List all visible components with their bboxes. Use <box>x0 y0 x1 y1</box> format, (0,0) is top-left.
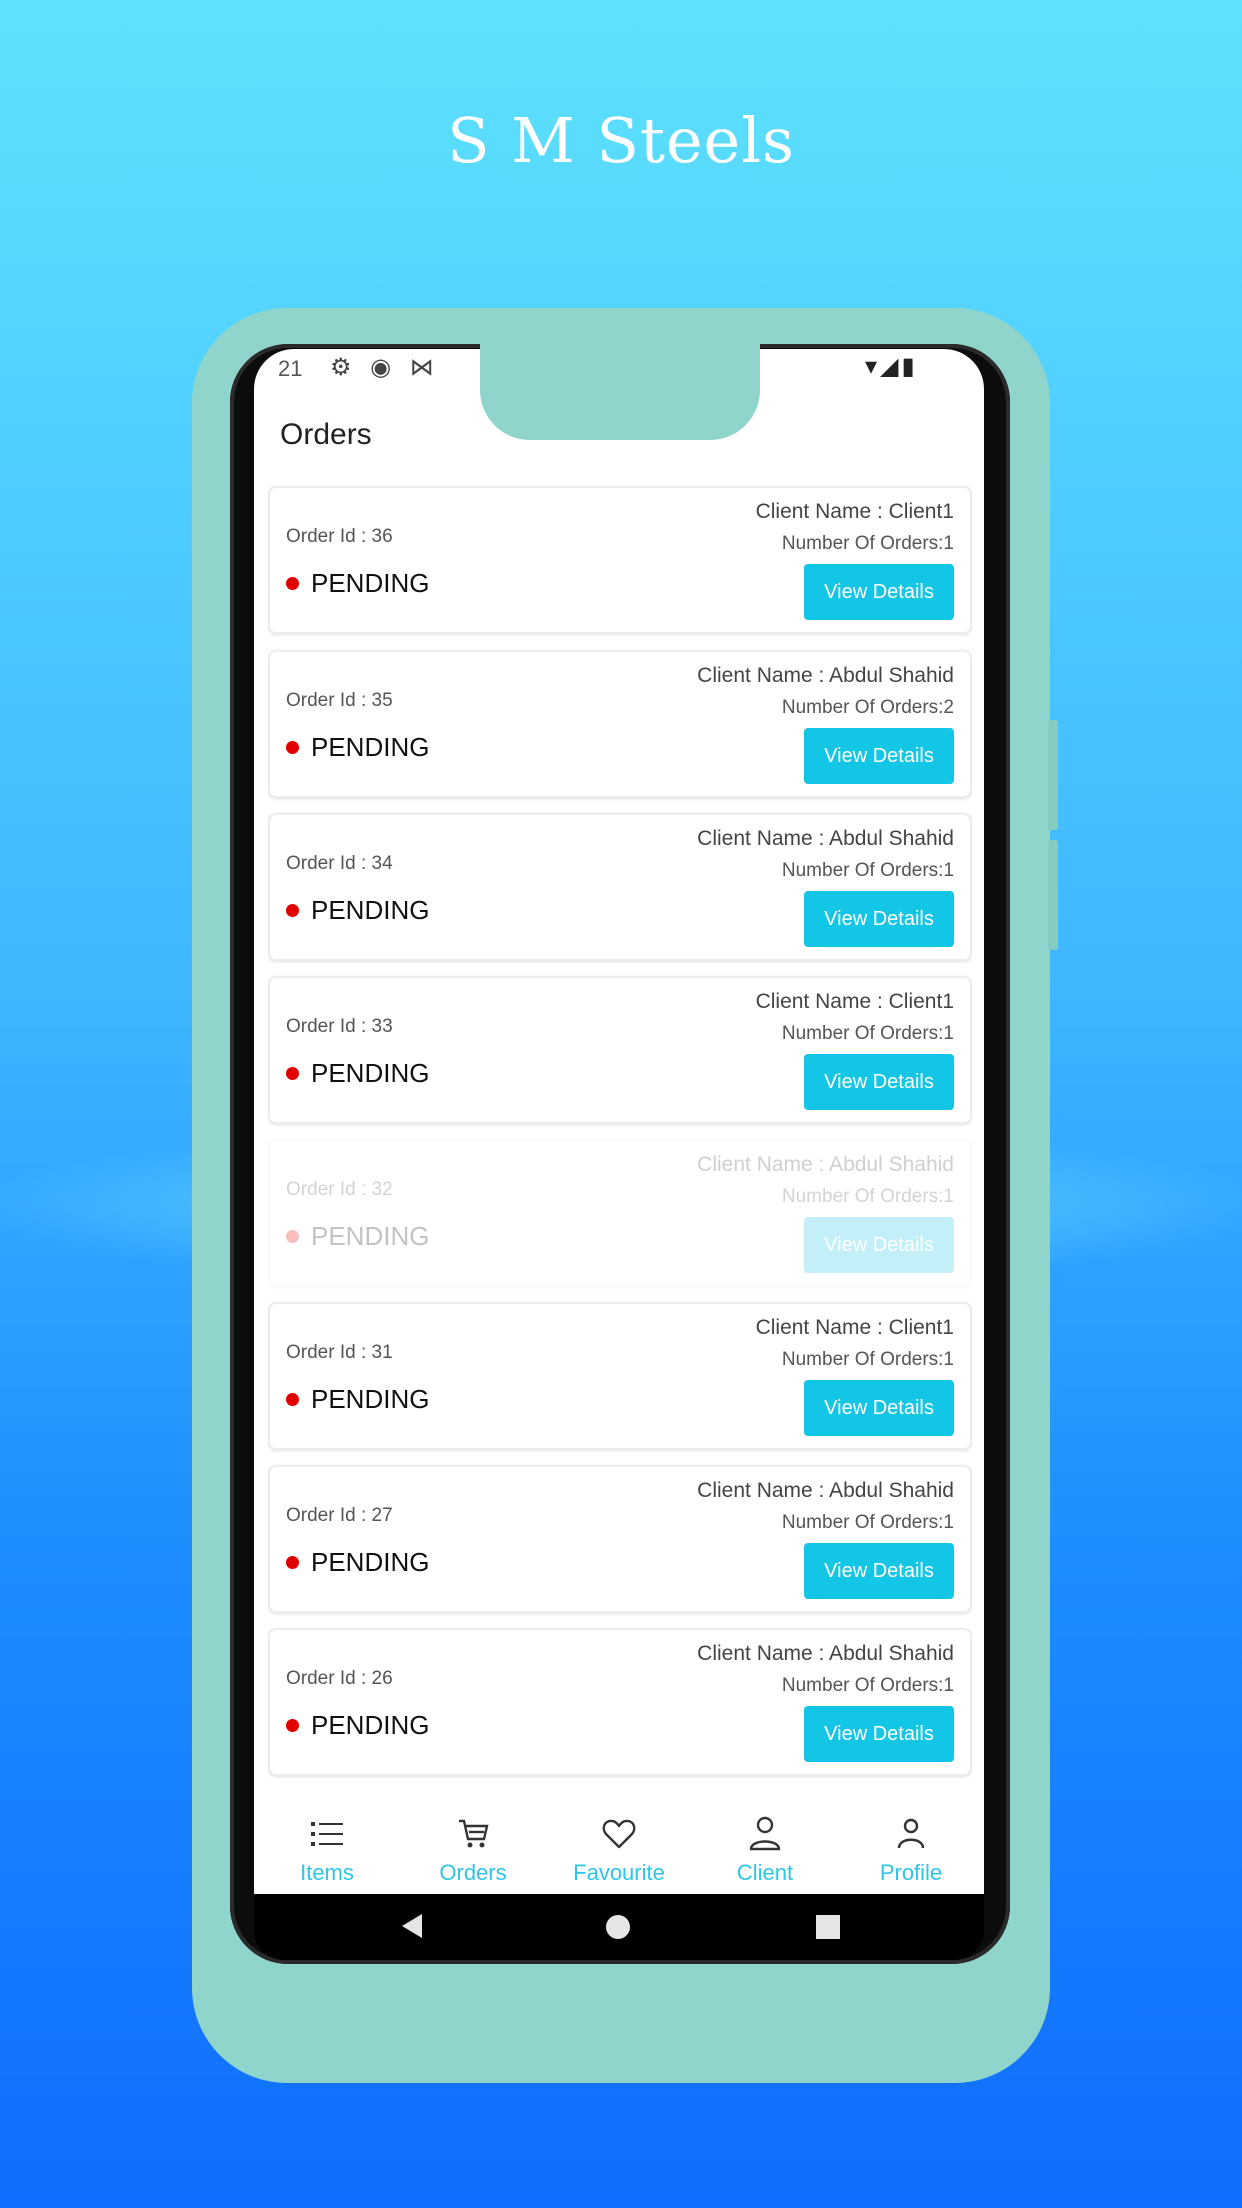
client-name: Client Name : Abdul Shahid <box>697 1642 954 1665</box>
view-details-button[interactable]: View Details <box>804 1380 954 1436</box>
status-dot-icon <box>286 741 299 754</box>
view-details-button[interactable]: View Details <box>804 1543 954 1599</box>
view-details-button[interactable]: View Details <box>804 1217 954 1273</box>
client-name: Client Name : Client1 <box>755 990 954 1013</box>
status-label: PENDING <box>311 1384 430 1414</box>
nav-profile[interactable]: Profile <box>838 1800 984 1894</box>
app-title: S M Steels <box>447 104 795 177</box>
status-dot-icon <box>286 1230 299 1243</box>
status-label: PENDING <box>311 1221 430 1251</box>
view-details-button[interactable]: View Details <box>804 1054 954 1110</box>
side-button <box>1048 840 1058 950</box>
status-right-icons: ▾◢▮ <box>865 353 918 380</box>
status-label: PENDING <box>311 1058 430 1088</box>
number-of-orders: Number Of Orders:1 <box>781 860 954 881</box>
order-id: Order Id : 27 <box>286 1505 393 1526</box>
nav-label: Client <box>736 1860 794 1885</box>
number-of-orders: Number Of Orders:1 <box>781 1512 954 1533</box>
nav-client[interactable]: Client <box>692 1800 838 1894</box>
order-id: Order Id : 32 <box>286 1179 393 1200</box>
status-left-icons: ⚙ ◉ ⋈ <box>330 354 440 381</box>
recent-apps-icon[interactable] <box>816 1915 840 1939</box>
number-of-orders: Number Of Orders:1 <box>781 1349 954 1370</box>
status-time: 21 <box>278 356 303 381</box>
status-label: PENDING <box>311 895 430 925</box>
client-name: Client Name : Client1 <box>755 1316 954 1339</box>
orders-list[interactable]: Order Id : 36 PENDING Client Name : Clie… <box>268 486 972 1796</box>
view-details-button[interactable]: View Details <box>804 891 954 947</box>
order-id: Order Id : 26 <box>286 1668 393 1689</box>
view-details-button[interactable]: View Details <box>804 728 954 784</box>
view-details-button[interactable]: View Details <box>804 564 954 620</box>
page-title: Orders <box>280 418 372 451</box>
order-status: PENDING <box>286 1710 429 1741</box>
order-card[interactable]: Order Id : 31 PENDING Client Name : Clie… <box>268 1302 972 1450</box>
order-card[interactable]: Order Id : 26 PENDING Client Name : Abdu… <box>268 1628 972 1776</box>
order-card[interactable]: Order Id : 35 PENDING Client Name : Abdu… <box>268 650 972 798</box>
profile-icon <box>838 1814 984 1854</box>
nav-orders[interactable]: Orders <box>400 1800 546 1894</box>
home-icon[interactable] <box>606 1915 630 1939</box>
system-navigation-bar <box>254 1894 984 1960</box>
nav-label: Orders <box>439 1860 507 1885</box>
order-status: PENDING <box>286 895 429 926</box>
order-card[interactable]: Order Id : 32 PENDING Client Name : Abdu… <box>268 1139 972 1287</box>
nav-label: Favourite <box>573 1860 665 1885</box>
client-name: Client Name : Abdul Shahid <box>697 664 954 687</box>
order-card[interactable]: Order Id : 34 PENDING Client Name : Abdu… <box>268 813 972 961</box>
status-label: PENDING <box>311 732 430 762</box>
number-of-orders: Number Of Orders:1 <box>781 1023 954 1044</box>
bottom-navigation: Items Orders Favourite Client Profile <box>254 1800 984 1894</box>
order-card[interactable]: Order Id : 27 PENDING Client Name : Abdu… <box>268 1465 972 1613</box>
view-details-button[interactable]: View Details <box>804 1706 954 1762</box>
order-status: PENDING <box>286 1384 429 1415</box>
number-of-orders: Number Of Orders:1 <box>781 1186 954 1207</box>
number-of-orders: Number Of Orders:2 <box>781 697 954 718</box>
order-status: PENDING <box>286 1058 429 1089</box>
status-dot-icon <box>286 1719 299 1732</box>
nav-items[interactable]: Items <box>254 1800 400 1894</box>
order-status: PENDING <box>286 568 429 599</box>
nav-favourite[interactable]: Favourite <box>546 1800 692 1894</box>
status-dot-icon <box>286 1067 299 1080</box>
nav-label: Profile <box>879 1860 943 1885</box>
user-icon <box>692 1814 838 1854</box>
side-button <box>1048 720 1058 830</box>
order-id: Order Id : 34 <box>286 853 393 874</box>
order-id: Order Id : 36 <box>286 526 393 547</box>
number-of-orders: Number Of Orders:1 <box>781 1675 954 1696</box>
nav-label: Items <box>300 1860 354 1885</box>
client-name: Client Name : Abdul Shahid <box>697 827 954 850</box>
status-label: PENDING <box>311 568 430 598</box>
number-of-orders: Number Of Orders:1 <box>781 533 954 554</box>
order-id: Order Id : 35 <box>286 690 393 711</box>
status-dot-icon <box>286 1556 299 1569</box>
heart-icon <box>546 1814 692 1854</box>
status-dot-icon <box>286 904 299 917</box>
status-label: PENDING <box>311 1547 430 1577</box>
order-id: Order Id : 33 <box>286 1016 393 1037</box>
status-dot-icon <box>286 1393 299 1406</box>
client-name: Client Name : Client1 <box>755 500 954 523</box>
order-status: PENDING <box>286 1221 429 1252</box>
status-dot-icon <box>286 577 299 590</box>
order-status: PENDING <box>286 1547 429 1578</box>
cart-icon <box>400 1814 546 1854</box>
order-id: Order Id : 31 <box>286 1342 393 1363</box>
status-label: PENDING <box>311 1710 430 1740</box>
client-name: Client Name : Abdul Shahid <box>697 1153 954 1176</box>
order-card[interactable]: Order Id : 33 PENDING Client Name : Clie… <box>268 976 972 1124</box>
notch <box>480 340 760 440</box>
back-icon[interactable] <box>402 1914 422 1938</box>
order-card[interactable]: Order Id : 36 PENDING Client Name : Clie… <box>268 486 972 634</box>
client-name: Client Name : Abdul Shahid <box>697 1479 954 1502</box>
order-status: PENDING <box>286 732 429 763</box>
list-icon <box>254 1814 400 1854</box>
